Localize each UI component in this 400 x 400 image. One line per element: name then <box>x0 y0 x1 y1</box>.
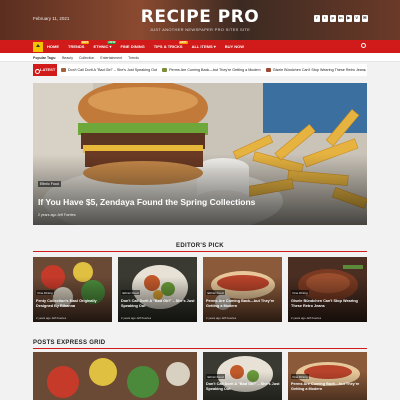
nav-label: BUY NOW <box>224 44 245 49</box>
editors-pick-title: EDITOR'S PICK <box>176 243 224 249</box>
latest-item[interactable]: Perms Are Coming Back—but They're Gettin… <box>162 68 261 72</box>
linkedin-icon[interactable]: in <box>337 15 344 22</box>
card-meta: 2 years ago Jeff Fuertes <box>206 316 237 320</box>
nav-item-tips-tricks[interactable]: TIPS & TRICKS HOT <box>153 40 188 49</box>
hot-badge: HOT <box>81 39 90 44</box>
nav-label: HOME <box>47 44 59 49</box>
card-image <box>33 352 197 400</box>
social-links: f t p in ▶ V ✉ <box>313 15 368 22</box>
site-header: February 11, 2021 RECIPE PRO JUST ANOTHE… <box>0 0 400 40</box>
card-category[interactable]: Fine Dining <box>291 374 310 379</box>
tag-link[interactable]: Collection <box>79 56 94 60</box>
tag-link[interactable]: Beauty <box>62 56 73 60</box>
section-divider <box>33 251 367 252</box>
editors-pick-card[interactable]: Ethnic Food Perms Are Coming Back—but Th… <box>203 257 282 322</box>
latest-item-title: Perms Are Coming Back—but They're Gettin… <box>169 68 261 72</box>
latest-label: LATEST <box>33 64 57 76</box>
card-category[interactable]: Ethnic Food <box>206 290 226 295</box>
latest-thumbnail <box>162 68 168 72</box>
card-title[interactable]: Fenty Collection's Masi Originally Desig… <box>36 299 110 309</box>
card-title[interactable]: Don't Call Dorit A "Bad Girl" – She's Ju… <box>206 382 280 392</box>
posts-grid-title: POSTS EXPRESS GRID <box>33 340 106 346</box>
card-meta: 2 years ago Jeff Fuertes <box>36 316 67 320</box>
nav-label: ALL ITEMS ▾ <box>191 44 216 49</box>
page: February 11, 2021 RECIPE PRO JUST ANOTHE… <box>0 0 400 400</box>
latest-thumbnail <box>61 68 66 72</box>
nav-item-fine-dining[interactable]: FINE DINING <box>120 44 144 49</box>
section-divider <box>33 348 367 349</box>
card-title[interactable]: Perms Are Coming Back—but They're Gettin… <box>206 299 280 309</box>
card-title[interactable]: Perms Are Coming Back—but They're Gettin… <box>291 382 365 392</box>
hero-featured-post[interactable]: Ethnic Food If You Have $5, Zendaya Foun… <box>33 83 367 225</box>
nav-item-trends[interactable]: TRENDS HOT <box>68 40 90 49</box>
search-icon[interactable] <box>361 43 366 48</box>
facebook-icon[interactable]: f <box>313 15 320 22</box>
nav-label: TIPS & TRICKS <box>153 44 183 49</box>
hero-title[interactable]: If You Have $5, Zendaya Found the Spring… <box>38 197 255 207</box>
site-tagline: JUST ANOTHER NEWSPAPER PRO SITES SITE <box>149 27 251 32</box>
ticker-next-icon[interactable]: › <box>364 68 366 73</box>
card-category[interactable]: Ethnic Food <box>121 290 141 295</box>
latest-item-title: Gisele Bündchen Can't Stop Wearing These… <box>272 68 366 72</box>
nav-label: ETHNIC ▾ <box>93 44 112 49</box>
nav-item-ethnic[interactable]: ETHNIC ▾ NEW <box>93 40 117 49</box>
latest-item-title: Don't Call Dorit A "Bad Girl" – She's Ju… <box>68 68 158 72</box>
nav-item-buy-now[interactable]: BUY NOW <box>225 44 244 49</box>
hero-meta: 2 years ago Jeff Fuertes <box>38 213 76 217</box>
home-icon[interactable] <box>33 41 43 52</box>
popular-tags-bar: Popular Tags: Beauty Collection Entertai… <box>0 53 400 62</box>
latest-item[interactable]: Gisele Bündchen Can't Stop Wearing These… <box>265 68 366 72</box>
grid-card[interactable]: Fine Dining Perms Are Coming Back—but Th… <box>288 352 367 400</box>
new-badge: NEW <box>107 39 117 44</box>
popular-tags-title: Popular Tags: <box>33 55 57 60</box>
hot-badge: HOT <box>179 39 188 44</box>
card-meta: 2 years ago Jeff Fuertes <box>121 316 152 320</box>
nav-item-all-items[interactable]: ALL ITEMS ▾ <box>192 44 216 49</box>
editors-pick-card[interactable]: Ethnic Food Don't Call Dorit A "Bad Girl… <box>118 257 197 322</box>
tag-link[interactable]: Trends <box>128 56 139 60</box>
card-meta: 2 years ago Jeff Fuertes <box>291 316 322 320</box>
tag-link[interactable]: Entertainment <box>100 56 122 60</box>
nav-item-home[interactable]: HOME <box>47 44 59 49</box>
card-category[interactable]: Fine Dining <box>291 290 310 295</box>
pinterest-icon[interactable]: p <box>329 15 336 22</box>
grid-featured-card[interactable] <box>33 352 197 400</box>
card-title[interactable]: Gisele Bündchen Can't Stop Wearing These… <box>291 299 365 309</box>
card-category[interactable]: Fine Dining <box>36 290 55 295</box>
twitter-icon[interactable]: t <box>321 15 328 22</box>
latest-ticker: LATEST Don't Call Dorit A "Bad Girl" – S… <box>33 64 367 76</box>
card-category[interactable]: Ethnic Food <box>206 374 226 379</box>
editors-pick-card[interactable]: Fine Dining Gisele Bündchen Can't Stop W… <box>288 257 367 322</box>
card-title[interactable]: Don't Call Dorit A "Bad Girl" – She's Ju… <box>121 299 195 309</box>
youtube-icon[interactable]: ▶ <box>345 15 352 22</box>
nav-label: TRENDS <box>68 44 85 49</box>
editors-pick-card[interactable]: Fine Dining Fenty Collection's Masi Orig… <box>33 257 112 322</box>
latest-thumbnail <box>265 68 271 72</box>
vimeo-icon[interactable]: V <box>353 15 360 22</box>
grid-card[interactable]: Ethnic Food Don't Call Dorit A "Bad Girl… <box>203 352 282 400</box>
nav-label: FINE DINING <box>120 44 145 49</box>
latest-item[interactable]: Don't Call Dorit A "Bad Girl" – She's Ju… <box>61 68 157 72</box>
hero-category[interactable]: Ethnic Food <box>38 181 61 187</box>
email-icon[interactable]: ✉ <box>361 15 368 22</box>
main-nav: HOME TRENDS HOT ETHNIC ▾ NEW FINE DINING T… <box>0 40 400 53</box>
